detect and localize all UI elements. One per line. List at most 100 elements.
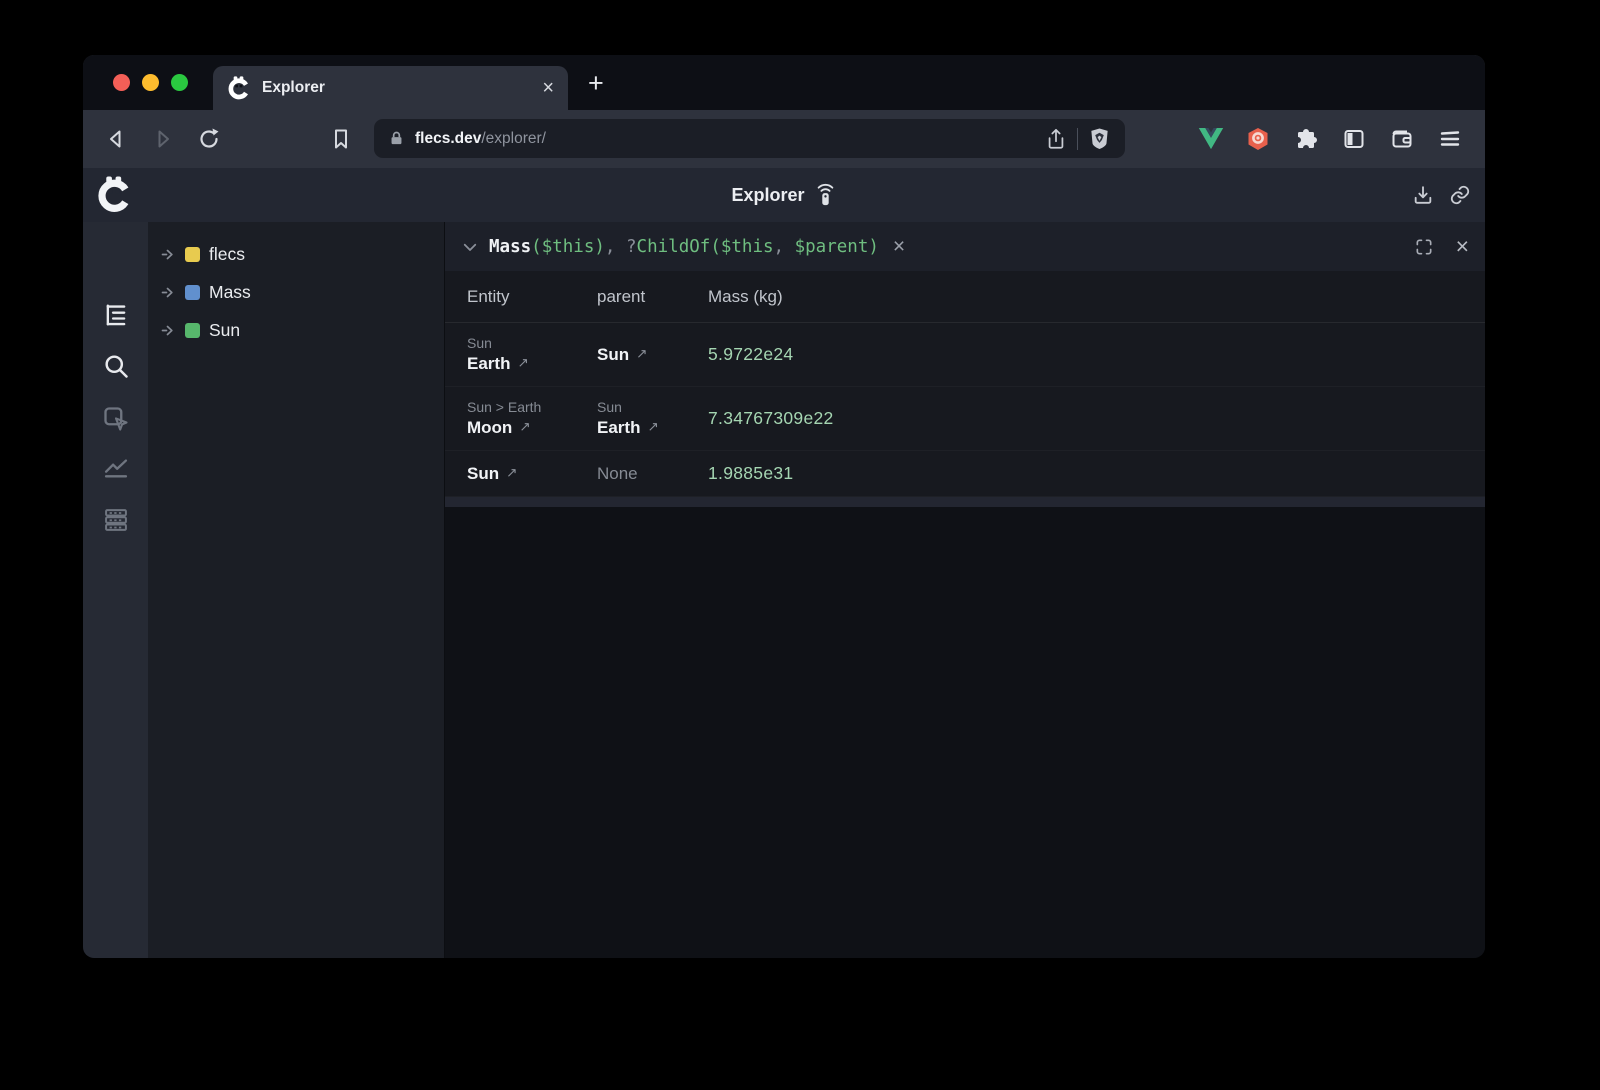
forward-button[interactable] (151, 127, 175, 151)
back-button[interactable] (104, 127, 128, 151)
query-segment: $parent) (795, 237, 879, 257)
menu-icon[interactable] (1438, 127, 1462, 151)
entity-color-swatch (185, 323, 200, 338)
reload-button[interactable] (197, 127, 221, 151)
entity-color-swatch (185, 285, 200, 300)
parent-cell: None (597, 464, 708, 484)
tree-item-label: flecs (209, 244, 245, 265)
toolbar-divider (1077, 128, 1078, 150)
tab-close-icon[interactable]: × (542, 78, 554, 98)
query-panel: Mass($this), ?ChildOf($this, $parent) × … (445, 222, 1485, 958)
address-bar[interactable]: flecs.dev/explorer/ (374, 119, 1125, 158)
zoom-window-button[interactable] (171, 74, 188, 91)
tree-item[interactable]: Mass (148, 273, 444, 311)
tree-item[interactable]: Sun (148, 311, 444, 349)
app-header: Explorer (83, 168, 1485, 222)
query-bar[interactable]: Mass($this), ?ChildOf($this, $parent) × … (445, 222, 1485, 271)
lock-icon (388, 130, 405, 147)
parent-link[interactable]: None (597, 464, 708, 484)
app-title-group: Explorer (731, 168, 836, 222)
tab-strip: Explorer × + (83, 55, 1485, 110)
flecs-favicon (227, 76, 251, 100)
query-segment: ? (626, 237, 637, 257)
commands-icon[interactable] (102, 506, 130, 534)
open-entity-arrow-icon[interactable]: ↗ (519, 419, 530, 435)
tree-expand-arrow[interactable] (161, 323, 176, 338)
search-icon[interactable] (102, 352, 130, 380)
tree-item-label: Sun (209, 320, 240, 341)
entity-tree-panel: flecs Mass Sun (148, 222, 445, 958)
search-active-indicator (83, 353, 89, 380)
open-parent-arrow-icon[interactable]: ↗ (636, 346, 647, 362)
column-header-mass: Mass (kg) (708, 287, 1485, 307)
header-actions (1412, 168, 1471, 222)
tab-title: Explorer (262, 79, 531, 97)
vue-devtools-icon[interactable] (1198, 127, 1222, 151)
bookmark-icon[interactable] (329, 127, 353, 151)
query-segment: ($this) (531, 237, 605, 257)
table-row: Sun > Earth Moon ↗ Sun Earth ↗ 7.3476730… (445, 387, 1485, 451)
share-icon[interactable] (1045, 128, 1067, 150)
url-text: flecs.dev/explorer/ (415, 130, 546, 148)
parent-name: Earth (597, 418, 640, 438)
entity-cell: Sun > Earth Moon ↗ (467, 399, 597, 438)
browser-tab-explorer[interactable]: Explorer × (213, 66, 568, 110)
open-entity-arrow-icon[interactable]: ↗ (517, 355, 528, 371)
open-parent-arrow-icon[interactable]: ↗ (647, 419, 658, 435)
close-window-button[interactable] (113, 74, 130, 91)
new-tab-button[interactable]: + (588, 68, 604, 99)
query-remove-icon[interactable]: × (893, 236, 905, 257)
expand-icon[interactable] (1414, 237, 1434, 257)
parent-cell: Sun Earth ↗ (597, 399, 708, 438)
wallet-icon[interactable] (1390, 127, 1414, 151)
query-segment: ($this (710, 237, 773, 257)
minimize-window-button[interactable] (142, 74, 159, 91)
tree-item[interactable]: flecs (148, 235, 444, 273)
entity-path: Sun > Earth (467, 399, 597, 415)
parent-link[interactable]: Earth ↗ (597, 418, 708, 438)
entity-name: Moon (467, 418, 512, 438)
tree-expand-arrow[interactable] (161, 247, 176, 262)
tree-view-icon[interactable] (102, 301, 130, 329)
sidebar-icon[interactable] (1342, 127, 1366, 151)
brave-shield-icon[interactable] (1088, 127, 1111, 150)
query-segment: , (605, 237, 626, 257)
table-row: Sun ↗ None 1.9885e31 (445, 451, 1485, 497)
flecs-logo[interactable] (96, 176, 133, 213)
parent-cell: Sun ↗ (597, 345, 708, 365)
tree-expand-arrow[interactable] (161, 285, 176, 300)
browser-window: Explorer × + flecs.dev/explorer/ (83, 55, 1485, 958)
entity-link[interactable]: Earth ↗ (467, 354, 597, 374)
results-resize-handle[interactable] (445, 497, 1485, 507)
connection-remote-icon[interactable] (815, 183, 837, 207)
query-segment: ChildOf (637, 237, 711, 257)
parent-link[interactable]: Sun ↗ (597, 345, 708, 365)
query-panel-empty-area (445, 507, 1485, 958)
extension-gem-icon[interactable] (1246, 127, 1270, 151)
query-segment: Mass (489, 237, 531, 257)
query-close-icon[interactable]: × (1456, 235, 1469, 258)
entity-link[interactable]: Sun ↗ (467, 464, 597, 484)
download-icon[interactable] (1412, 184, 1434, 206)
column-header-parent: parent (597, 287, 708, 307)
parent-path: Sun (597, 399, 708, 415)
app-title: Explorer (731, 185, 804, 206)
open-entity-arrow-icon[interactable]: ↗ (506, 465, 517, 481)
chevron-down-icon[interactable] (461, 238, 479, 256)
entity-path: Sun (467, 335, 597, 351)
entity-cell: Sun Earth ↗ (467, 335, 597, 374)
table-row: Sun Earth ↗ Sun ↗ 5.9722e24 (445, 323, 1485, 387)
entity-color-swatch (185, 247, 200, 262)
share-link-icon[interactable] (1449, 184, 1471, 206)
mass-value: 1.9885e31 (708, 463, 1485, 484)
entity-link[interactable]: Moon ↗ (467, 418, 597, 438)
tree-active-indicator (83, 302, 89, 329)
stats-icon[interactable] (102, 453, 130, 481)
main-content: flecs Mass Sun Mass($this), ?ChildOf($th… (83, 222, 1485, 958)
entity-name: Earth (467, 354, 510, 374)
extensions-puzzle-icon[interactable] (1294, 127, 1318, 151)
tree-item-label: Mass (209, 282, 251, 303)
query-segment: , (774, 237, 795, 257)
mass-value: 5.9722e24 (708, 344, 1485, 365)
inspect-icon[interactable] (102, 405, 130, 433)
